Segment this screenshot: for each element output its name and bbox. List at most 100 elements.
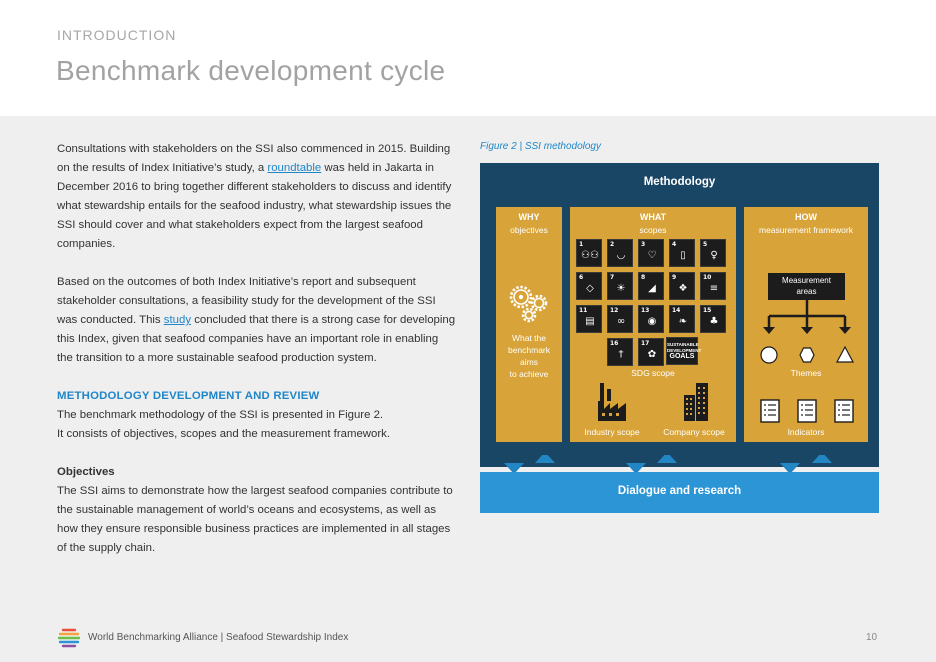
sdg-goal-number: 11 [579,307,588,314]
sdg-goal-15-tile: 15 ♣ [700,305,726,333]
eye-icon: ◉ [647,316,657,327]
what-heading: WHAT [639,212,667,222]
sdg-goal-5-tile: 5 ♀ [700,239,726,267]
sdg-goal-number: 14 [672,307,681,314]
checklist-icon [797,399,817,423]
paragraph-objectives: The SSI aims to demonstrate how the larg… [57,485,453,554]
checklist-icon [834,399,854,423]
sdg-goal-number: 8 [641,274,646,281]
growth-icon: ◢ [648,283,656,294]
page-number: 10 [866,632,878,643]
sdg-goal-number: 7 [610,274,615,281]
fish-icon: ❧ [678,316,688,327]
sdg-goal-number: 16 [610,340,619,347]
sdg-goal-16-tile: 16 † [607,338,633,366]
page-header: INTRODUCTION Benchmark development cycle [0,0,936,116]
cubes-icon: ❖ [678,283,688,294]
paragraph-consultations: Consultations with stakeholders on the S… [57,140,457,254]
sdg-goal-number: 2 [610,241,615,248]
arrow-up-icon [812,455,832,463]
sdg-goal-4-tile: 4 ▯ [669,239,695,267]
what-panel: WHAT scopes 1 ⚇⚇ 2 ◡ 3 ♡ 4 ▯ 5 ♀ 6 ◇ 7 ☀ 8 ◢ 9 ❖ 10 ≡ 11 ▤ 12 ∞… [570,207,736,442]
measurement-areas-text: areas [796,287,817,296]
footer-text: World Benchmarking Alliance | Seafood St… [88,632,349,643]
sdg-goals-text: SUSTAINABLE [667,342,699,347]
sdg-goals-text: GOALS [669,353,695,360]
sdg-goal-9-tile: 9 ❖ [669,272,695,300]
what-subheading: scopes [639,225,667,235]
office-building-icon [684,383,708,421]
people-icon: ⚇⚇ [581,250,599,261]
triangle-shape-icon [836,345,854,363]
sdg-goal-number: 1 [579,241,584,248]
sun-icon: ☀ [616,283,626,294]
why-heading: WHY [518,212,540,222]
why-subheading: objectives [510,225,548,235]
sdg-goal-11-tile: 11 ▤ [576,305,602,333]
objectives-heading: Objectives [57,466,115,478]
dove-icon: † [618,349,624,360]
sdg-goal-12-tile: 12 ∞ [607,305,633,333]
methodology-subheading: METHODOLOGY DEVELOPMENT AND REVIEW [57,390,320,402]
sdg-goal-number: 12 [610,307,619,314]
section-label: INTRODUCTION [57,27,177,43]
how-panel: HOW measurement framework Measurement ar… [744,207,868,442]
sdg-goal-number: 13 [641,307,650,314]
methodology-panel: Methodology WHY objectives What the benc [480,163,879,474]
why-text-4: to achieve [509,369,549,379]
arrow-up-icon [535,455,555,463]
roundtable-link[interactable]: roundtable [267,162,321,174]
equal-icon: ≡ [709,283,719,294]
how-subheading: measurement framework [758,225,853,235]
why-panel: WHY objectives What the benchmark aims t… [496,207,562,442]
sdg-goal-7-tile: 7 ☀ [607,272,633,300]
infinity-icon: ∞ [616,316,626,327]
paragraph-feasibility: Based on the outcomes of both Index Init… [57,273,457,368]
tree-icon: ♣ [709,316,719,327]
sdg-goal-number: 15 [703,307,712,314]
hierarchy-diagram [760,300,854,364]
indicators-label: Indicators [787,427,825,437]
paragraph-text: The benchmark methodology of the SSI is … [57,409,384,421]
sdg-goal-number: 17 [641,340,650,347]
figure-title: Methodology [643,176,716,188]
sdg-goal-8-tile: 8 ◢ [638,272,664,300]
sdg-goal-1-tile: 1 ⚇⚇ [576,239,602,267]
sdg-goal-number: 5 [703,241,708,248]
arrow-up-icon [657,455,677,463]
hexagon-shape-icon [799,347,815,363]
bowl-icon: ◡ [616,250,626,261]
sdg-goal-14-tile: 14 ❧ [669,305,695,333]
sdg-goal-6-tile: 6 ◇ [576,272,602,300]
why-text-2: benchmark [507,345,551,355]
sdg-goal-17-tile: 17 ✿ [638,338,664,366]
how-heading: HOW [795,212,817,222]
checklist-icon [760,399,780,423]
indicators-checklist-icons [760,399,854,423]
themes-label: Themes [790,368,822,378]
measurement-areas-box: Measurement areas [768,273,845,300]
study-link[interactable]: study [164,314,191,326]
water-icon: ◇ [586,283,594,294]
sdg-goal-number: 3 [641,241,646,248]
gender-icon: ♀ [710,250,718,261]
sdg-goal-number: 10 [703,274,712,281]
paragraph-text: was held in Jakarta in December 2016 to … [57,162,452,250]
circle-shape-icon [760,346,778,364]
company-scope-label: Company scope [663,427,725,437]
flower-icon: ✿ [647,349,657,360]
measurement-areas-text: Measurement [782,276,831,285]
body-text-column: Consultations with stakeholders on the S… [57,140,457,558]
why-text-3: aims [520,357,538,367]
factory-icon [598,383,626,421]
sdg-goal-3-tile: 3 ♡ [638,239,664,267]
city-icon: ▤ [585,316,595,327]
paragraph-methodology: The benchmark methodology of the SSI is … [57,406,457,444]
sdg-goal-10-tile: 10 ≡ [700,272,726,300]
why-text-1: What the [511,333,547,343]
gears-icon [509,285,548,323]
wba-logo-icon [57,628,81,648]
paragraph-text: It consists of objectives, scopes and th… [57,428,391,440]
dialogue-bar: Dialogue and research [480,472,879,513]
sdg-goal-13-tile: 13 ◉ [638,305,664,333]
